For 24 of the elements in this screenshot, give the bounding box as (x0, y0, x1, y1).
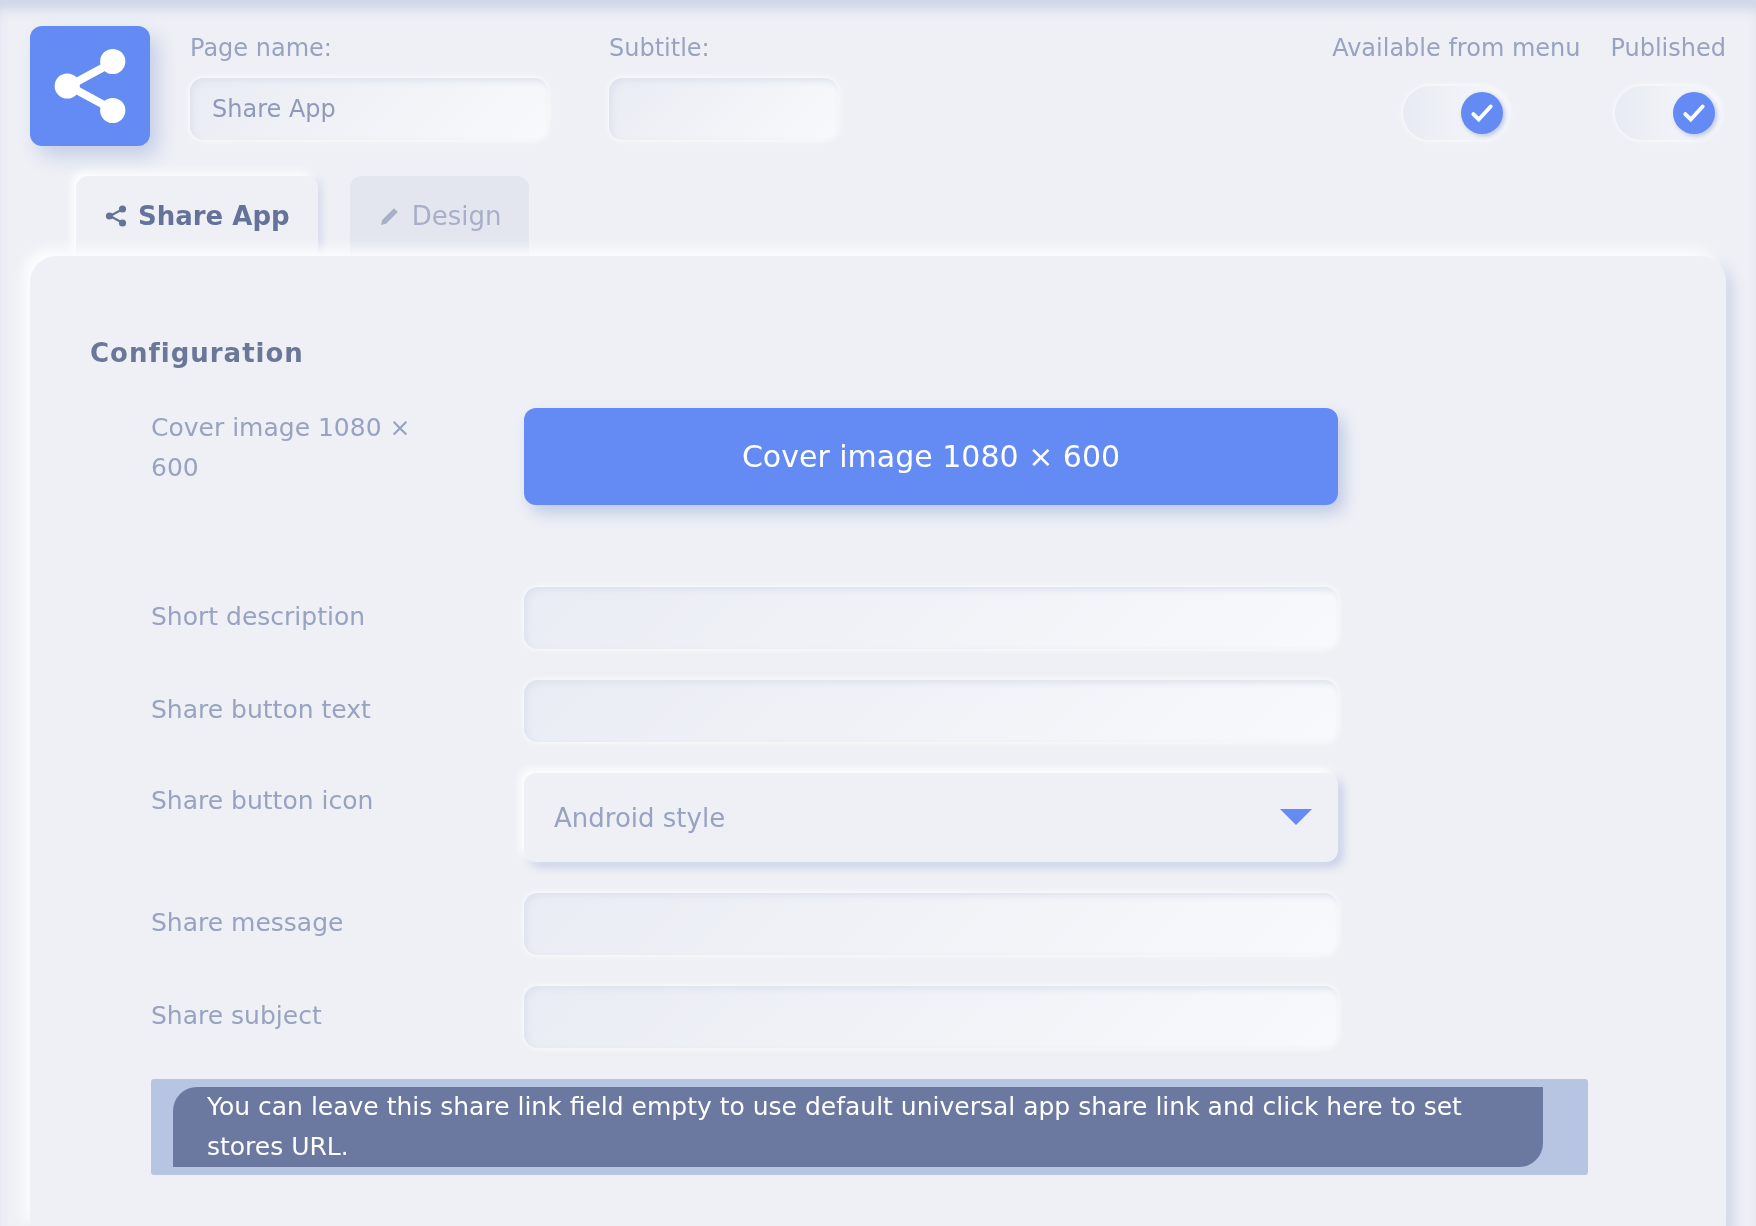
field-label: Share button text (151, 694, 372, 726)
field-label: Short description (151, 601, 367, 633)
notice-text: You can leave this share link field empty to use default universal app share link and click here to set stores URL. (173, 1087, 1543, 1167)
field-label: Page name: (190, 36, 333, 60)
field-label: Cover image 1080 × 600 (151, 412, 412, 484)
share-icon (104, 204, 128, 228)
field-label: Share subject (151, 1000, 323, 1032)
tab[interactable]: Share App (76, 176, 318, 256)
field-label: Share message (151, 907, 345, 939)
text-field[interactable] (524, 587, 1338, 649)
field-label: Subtitle: (609, 36, 711, 60)
caret-icon (1280, 808, 1312, 827)
subtitle-field[interactable] (609, 78, 838, 140)
page-name-field[interactable]: Share App (190, 78, 548, 140)
toggle-label: Published (1610, 36, 1726, 60)
cover-image-button[interactable]: Cover image 1080 × 600 (524, 408, 1338, 505)
text-field[interactable] (524, 680, 1338, 742)
section-title: Configuration (90, 338, 305, 368)
text-field[interactable] (524, 893, 1338, 955)
dropdown[interactable]: Android style (524, 773, 1338, 862)
toggle-label: Available from menu (1332, 36, 1581, 60)
text-field[interactable] (524, 986, 1338, 1048)
field-label: Share button icon (151, 785, 375, 817)
tab[interactable]: Design (349, 176, 530, 256)
